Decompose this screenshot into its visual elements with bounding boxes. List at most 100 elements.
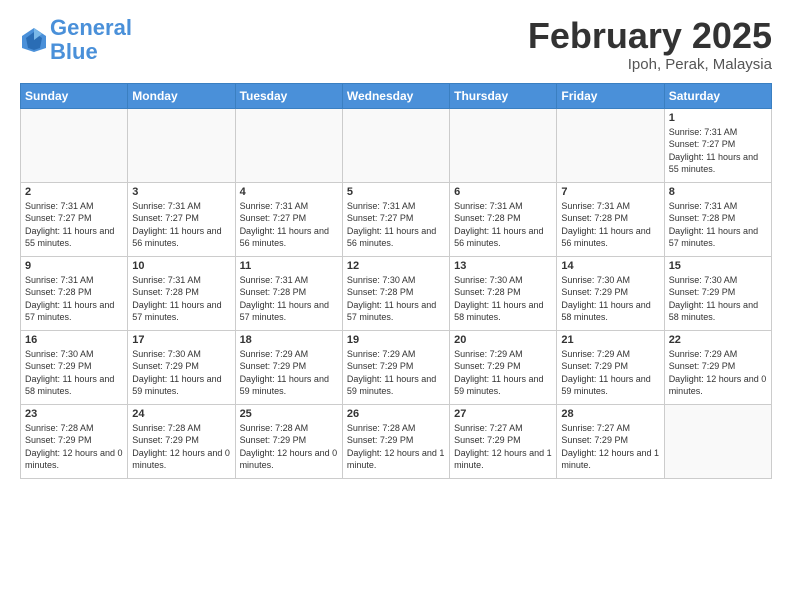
day-info: Sunrise: 7:30 AM Sunset: 7:29 PM Dayligh… (25, 348, 123, 398)
day-number: 20 (454, 334, 552, 346)
col-header-sunday: Sunday (21, 83, 128, 108)
calendar-cell: 27 Sunrise: 7:27 AM Sunset: 7:29 PM Dayli… (450, 404, 557, 478)
day-info: Sunrise: 7:30 AM Sunset: 7:29 PM Dayligh… (132, 348, 230, 398)
day-info: Sunrise: 7:30 AM Sunset: 7:28 PM Dayligh… (454, 274, 552, 324)
calendar-cell: 16 Sunrise: 7:30 AM Sunset: 7:29 PM Dayli… (21, 330, 128, 404)
week-row-1: 1 Sunrise: 7:31 AM Sunset: 7:27 PM Daylig… (21, 108, 772, 182)
day-info: Sunrise: 7:30 AM Sunset: 7:29 PM Dayligh… (669, 274, 767, 324)
calendar-cell: 17 Sunrise: 7:30 AM Sunset: 7:29 PM Dayli… (128, 330, 235, 404)
calendar-cell: 28Sunrise: 7:27 AM Sunset: 7:29 PM Dayli… (557, 404, 664, 478)
calendar-cell: 24 Sunrise: 7:28 AM Sunset: 7:29 PM Dayli… (128, 404, 235, 478)
day-number: 27 (454, 408, 552, 420)
calendar-cell: 4 Sunrise: 7:31 AM Sunset: 7:27 PM Daylig… (235, 182, 342, 256)
calendar-cell: 15 Sunrise: 7:30 AM Sunset: 7:29 PM Dayli… (664, 256, 771, 330)
calendar-cell: 2Sunrise: 7:31 AM Sunset: 7:27 PM Daylig… (21, 182, 128, 256)
calendar-cell: 22 Sunrise: 7:29 AM Sunset: 7:29 PM Dayli… (664, 330, 771, 404)
week-row-4: 16 Sunrise: 7:30 AM Sunset: 7:29 PM Dayli… (21, 330, 772, 404)
calendar-cell (21, 108, 128, 182)
day-info: Sunrise: 7:31 AM Sunset: 7:28 PM Dayligh… (132, 274, 230, 324)
calendar-cell (450, 108, 557, 182)
day-info: Sunrise: 7:29 AM Sunset: 7:29 PM Dayligh… (454, 348, 552, 398)
day-info: Sunrise: 7:28 AM Sunset: 7:29 PM Dayligh… (347, 422, 445, 472)
day-number: 19 (347, 334, 445, 346)
day-info: Sunrise: 7:29 AM Sunset: 7:29 PM Dayligh… (561, 348, 659, 398)
calendar-cell: 13 Sunrise: 7:30 AM Sunset: 7:28 PM Dayli… (450, 256, 557, 330)
calendar-cell (235, 108, 342, 182)
day-info: Sunrise: 7:31 AM Sunset: 7:28 PM Dayligh… (454, 200, 552, 250)
col-header-saturday: Saturday (664, 83, 771, 108)
month-title: February 2025 (528, 16, 772, 56)
logo-icon (20, 26, 48, 54)
day-info: Sunrise: 7:31 AM Sunset: 7:27 PM Dayligh… (240, 200, 338, 250)
day-number: 21 (561, 334, 659, 346)
calendar-cell: 1 Sunrise: 7:31 AM Sunset: 7:27 PM Daylig… (664, 108, 771, 182)
calendar-table: SundayMondayTuesdayWednesdayThursdayFrid… (20, 83, 772, 479)
calendar-cell: 20 Sunrise: 7:29 AM Sunset: 7:29 PM Dayli… (450, 330, 557, 404)
logo-text: General Blue (50, 16, 132, 64)
calendar-cell: 7Sunrise: 7:31 AM Sunset: 7:28 PM Daylig… (557, 182, 664, 256)
day-number: 3 (132, 186, 230, 198)
col-header-thursday: Thursday (450, 83, 557, 108)
header-row: SundayMondayTuesdayWednesdayThursdayFrid… (21, 83, 772, 108)
day-number: 23 (25, 408, 123, 420)
day-info: Sunrise: 7:31 AM Sunset: 7:28 PM Dayligh… (240, 274, 338, 324)
day-number: 12 (347, 260, 445, 272)
calendar-cell: 5 Sunrise: 7:31 AM Sunset: 7:27 PM Daylig… (342, 182, 449, 256)
day-number: 26 (347, 408, 445, 420)
calendar-cell: 18Sunrise: 7:29 AM Sunset: 7:29 PM Dayli… (235, 330, 342, 404)
day-number: 8 (669, 186, 767, 198)
day-info: Sunrise: 7:31 AM Sunset: 7:28 PM Dayligh… (669, 200, 767, 250)
day-info: Sunrise: 7:29 AM Sunset: 7:29 PM Dayligh… (669, 348, 767, 398)
calendar-cell: 6 Sunrise: 7:31 AM Sunset: 7:28 PM Daylig… (450, 182, 557, 256)
day-number: 15 (669, 260, 767, 272)
calendar-cell: 26 Sunrise: 7:28 AM Sunset: 7:29 PM Dayli… (342, 404, 449, 478)
day-number: 16 (25, 334, 123, 346)
day-number: 24 (132, 408, 230, 420)
day-info: Sunrise: 7:27 AM Sunset: 7:29 PM Dayligh… (454, 422, 552, 472)
week-row-5: 23 Sunrise: 7:28 AM Sunset: 7:29 PM Dayli… (21, 404, 772, 478)
day-info: Sunrise: 7:31 AM Sunset: 7:27 PM Dayligh… (669, 126, 767, 176)
day-number: 5 (347, 186, 445, 198)
day-number: 7 (561, 186, 659, 198)
page: General Blue February 2025 Ipoh, Perak, … (0, 0, 792, 489)
calendar-cell (128, 108, 235, 182)
calendar-cell: 10 Sunrise: 7:31 AM Sunset: 7:28 PM Dayli… (128, 256, 235, 330)
day-number: 18 (240, 334, 338, 346)
calendar-cell: 21 Sunrise: 7:29 AM Sunset: 7:29 PM Dayli… (557, 330, 664, 404)
calendar-cell: 19 Sunrise: 7:29 AM Sunset: 7:29 PM Dayli… (342, 330, 449, 404)
location: Ipoh, Perak, Malaysia (528, 56, 772, 73)
calendar-cell: 8 Sunrise: 7:31 AM Sunset: 7:28 PM Daylig… (664, 182, 771, 256)
day-info: Sunrise: 7:28 AM Sunset: 7:29 PM Dayligh… (240, 422, 338, 472)
calendar-cell: 23Sunrise: 7:28 AM Sunset: 7:29 PM Dayli… (21, 404, 128, 478)
day-info: Sunrise: 7:30 AM Sunset: 7:28 PM Dayligh… (347, 274, 445, 324)
day-number: 4 (240, 186, 338, 198)
day-info: Sunrise: 7:29 AM Sunset: 7:29 PM Dayligh… (347, 348, 445, 398)
day-info: Sunrise: 7:31 AM Sunset: 7:27 PM Dayligh… (25, 200, 123, 250)
logo: General Blue (20, 16, 132, 64)
day-info: Sunrise: 7:31 AM Sunset: 7:28 PM Dayligh… (25, 274, 123, 324)
day-number: 6 (454, 186, 552, 198)
day-info: Sunrise: 7:28 AM Sunset: 7:29 PM Dayligh… (132, 422, 230, 472)
day-info: Sunrise: 7:27 AM Sunset: 7:29 PM Dayligh… (561, 422, 659, 472)
day-info: Sunrise: 7:30 AM Sunset: 7:29 PM Dayligh… (561, 274, 659, 324)
day-number: 22 (669, 334, 767, 346)
day-number: 13 (454, 260, 552, 272)
calendar-cell: 9 Sunrise: 7:31 AM Sunset: 7:28 PM Daylig… (21, 256, 128, 330)
col-header-wednesday: Wednesday (342, 83, 449, 108)
title-block: February 2025 Ipoh, Perak, Malaysia (528, 16, 772, 73)
day-number: 1 (669, 112, 767, 124)
day-number: 14 (561, 260, 659, 272)
calendar-cell (664, 404, 771, 478)
day-number: 11 (240, 260, 338, 272)
day-info: Sunrise: 7:31 AM Sunset: 7:27 PM Dayligh… (347, 200, 445, 250)
col-header-tuesday: Tuesday (235, 83, 342, 108)
day-number: 9 (25, 260, 123, 272)
calendar-cell (557, 108, 664, 182)
calendar-cell: 3 Sunrise: 7:31 AM Sunset: 7:27 PM Daylig… (128, 182, 235, 256)
calendar-cell: 11 Sunrise: 7:31 AM Sunset: 7:28 PM Dayli… (235, 256, 342, 330)
day-info: Sunrise: 7:31 AM Sunset: 7:27 PM Dayligh… (132, 200, 230, 250)
day-number: 10 (132, 260, 230, 272)
logo-general: General (50, 15, 132, 40)
week-row-2: 2Sunrise: 7:31 AM Sunset: 7:27 PM Daylig… (21, 182, 772, 256)
day-number: 17 (132, 334, 230, 346)
